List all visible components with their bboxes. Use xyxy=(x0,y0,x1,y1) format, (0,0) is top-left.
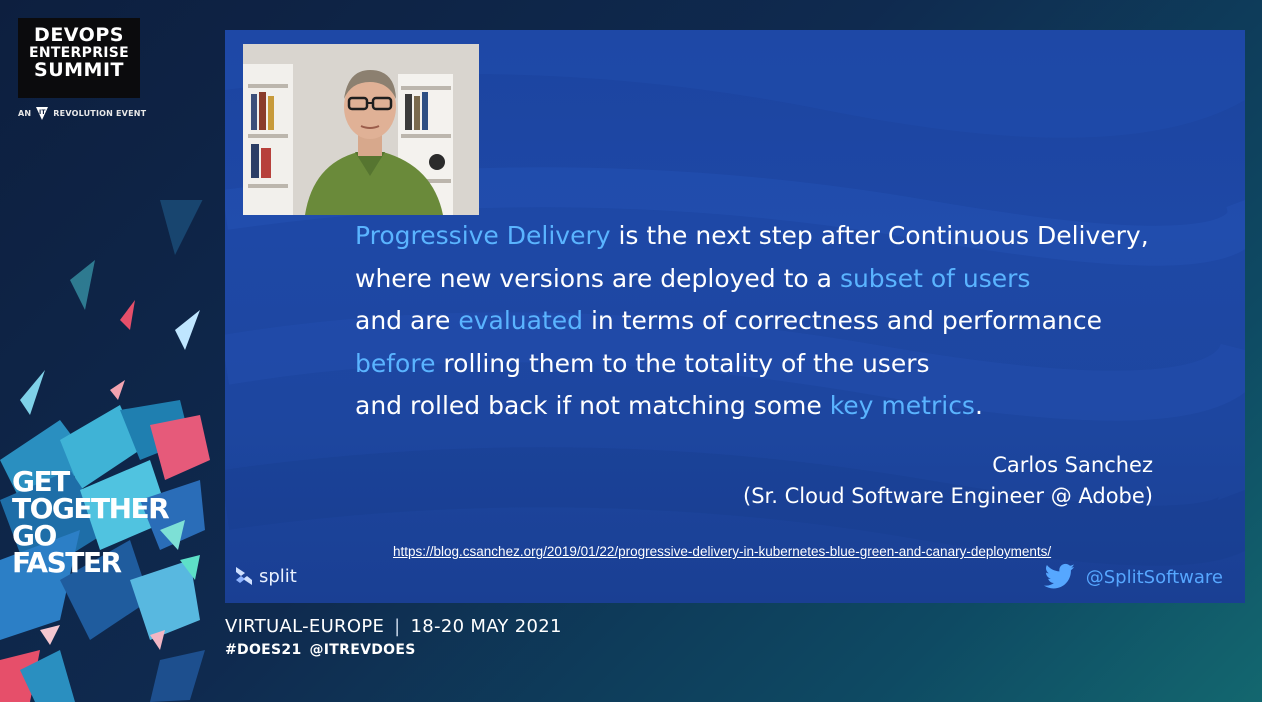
event-hashtags: #DOES21 @ITREVDOES xyxy=(225,642,562,658)
twitter-handle: @SplitSoftware xyxy=(1043,563,1223,591)
organizer-brand: REVOLUTION xyxy=(53,108,114,118)
event-handle: @ITREVDOES xyxy=(309,642,416,658)
event-hashtag: #DOES21 xyxy=(225,642,302,658)
twitter-handle-text: @SplitSoftware xyxy=(1085,566,1223,588)
tagline-line: FASTER xyxy=(12,546,122,579)
event-info: VIRTUAL-EUROPE | 18-20 MAY 2021 xyxy=(225,616,562,637)
tagline-line: TOGETHER xyxy=(12,492,170,525)
source-link[interactable]: https://blog.csanchez.org/2019/01/22/pro… xyxy=(393,544,1051,559)
event-location: VIRTUAL-EUROPE xyxy=(225,616,385,637)
logo-line-1: DEVOPS xyxy=(34,24,124,46)
quote-highlight: key metrics xyxy=(829,391,975,420)
quote-line: where new versions are deployed to a sub… xyxy=(355,258,1215,301)
split-brand-name: split xyxy=(259,565,297,587)
quote-line: before rolling them to the totality of t… xyxy=(355,343,1215,386)
author-title: (Sr. Cloud Software Engineer @ Adobe) xyxy=(743,484,1153,508)
quote-highlight: Progressive Delivery xyxy=(355,221,611,250)
quote-attribution: Carlos Sanchez (Sr. Cloud Software Engin… xyxy=(743,450,1153,512)
quote-line: Progressive Delivery is the next step af… xyxy=(355,215,1215,258)
organizer-line: AN IT REVOLUTION EVENT xyxy=(18,105,146,121)
conference-logo: DEVOPS ENTERPRISE SUMMIT xyxy=(18,18,140,98)
author-name: Carlos Sanchez xyxy=(992,453,1153,477)
quote-highlight: before xyxy=(355,348,436,378)
svg-text:IT: IT xyxy=(39,109,46,116)
quote-text: Progressive Delivery is the next step af… xyxy=(355,215,1215,428)
quote-segment: where new versions are deployed to a xyxy=(355,263,840,293)
it-revolution-icon: IT xyxy=(36,107,49,120)
quote-segment: and rolled back if not matching some xyxy=(355,391,830,420)
presentation-slide: Progressive Delivery is the next step af… xyxy=(225,30,1245,603)
tagline-line: GO xyxy=(12,519,57,552)
organizer-suffix: EVENT xyxy=(116,108,147,118)
quote-highlight: evaluated xyxy=(458,306,584,335)
tagline-line: GET xyxy=(12,465,70,498)
quote-line: and are evaluated in terms of correctnes… xyxy=(355,300,1215,343)
event-footer: VIRTUAL-EUROPE | 18-20 MAY 2021 #DOES21 … xyxy=(225,616,562,658)
speaker-video xyxy=(243,44,479,215)
quote-segment: . xyxy=(974,391,983,420)
event-separator: | xyxy=(394,616,401,637)
split-brand: split xyxy=(233,564,297,588)
event-dates: 18-20 MAY 2021 xyxy=(410,616,562,637)
conference-tagline: GET TOGETHER GO FASTER xyxy=(12,465,170,579)
quote-segment: is the next step after Continuous Delive… xyxy=(610,221,1149,250)
quote-segment: rolling them to the totality of the user… xyxy=(435,348,930,378)
split-logo-icon xyxy=(236,567,252,585)
organizer-prefix: AN xyxy=(18,108,32,118)
twitter-bird-icon xyxy=(1043,563,1075,589)
quote-segment: and are xyxy=(355,306,459,335)
logo-line-3: SUMMIT xyxy=(34,59,124,81)
quote-highlight: subset of users xyxy=(839,263,1031,293)
decorative-shapes xyxy=(0,200,210,702)
quote-segment: in terms of correctness and performance xyxy=(583,306,1102,335)
quote-line: and rolled back if not matching some key… xyxy=(355,385,1215,428)
